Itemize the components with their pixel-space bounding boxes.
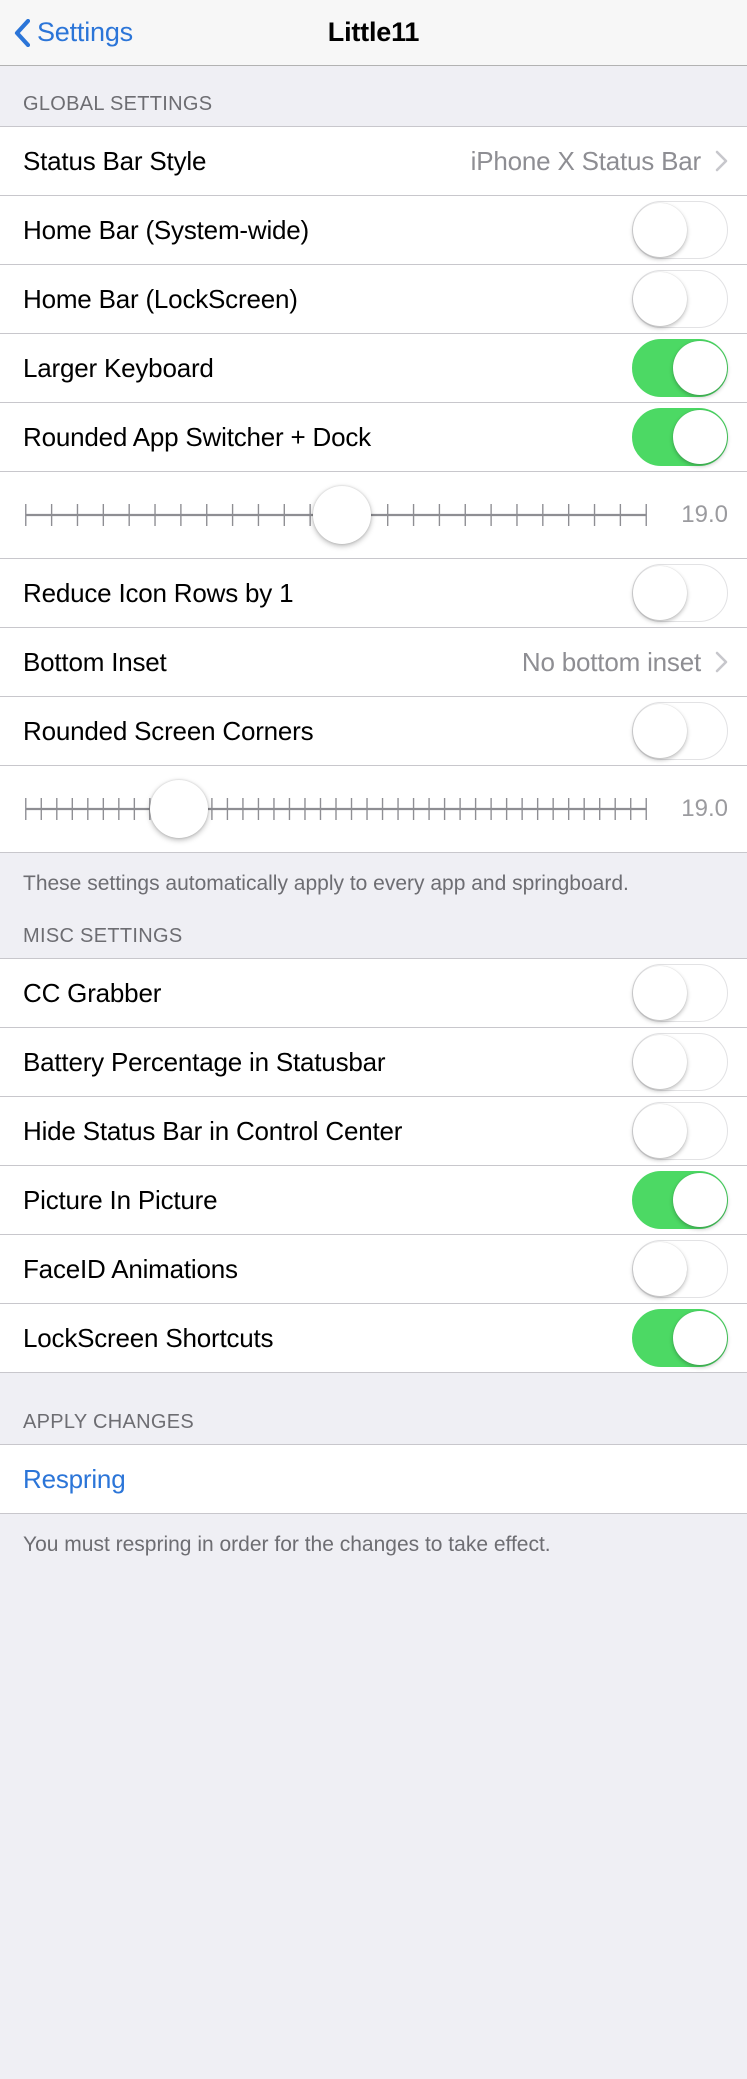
section-header-global-settings: GLOBAL SETTINGS xyxy=(0,66,747,126)
settings-sections: GLOBAL SETTINGS Status Bar Style iPhone X … xyxy=(0,66,747,1564)
settings-screen: Settings Little11 GLOBAL SETTINGS Status … xyxy=(0,0,747,2079)
switch-larger-keyboard[interactable] xyxy=(632,339,728,397)
switch-cc-grabber[interactable] xyxy=(632,964,728,1022)
page-title: Little11 xyxy=(327,17,420,47)
navigation-bar: Settings Little11 xyxy=(0,0,747,66)
switch-knob xyxy=(633,566,687,620)
row-respring[interactable]: Respring xyxy=(0,1445,747,1513)
row-label: Battery Percentage in Statusbar xyxy=(23,1046,386,1077)
row-rounded-app-switcher-dock: Rounded App Switcher + Dock xyxy=(0,403,747,471)
slider-thumb[interactable] xyxy=(150,780,208,838)
row-home-bar-system-wide: Home Bar (System-wide) xyxy=(0,196,747,264)
section-table-apply-changes: Respring xyxy=(0,1444,747,1514)
row-label: Status Bar Style xyxy=(23,145,207,176)
row-label: Larger Keyboard xyxy=(23,352,214,383)
slider-value-label: 19.0 xyxy=(681,501,728,528)
row-label: Rounded Screen Corners xyxy=(23,715,314,746)
slider-thumb[interactable] xyxy=(313,486,372,544)
slider-row[interactable]: 19.0 xyxy=(0,472,747,558)
section-spacer xyxy=(0,1373,747,1389)
switch-knob xyxy=(633,272,687,326)
switch-knob xyxy=(673,341,727,395)
row-label: Home Bar (System-wide) xyxy=(23,214,309,245)
switch-rounded-app-switcher-dock[interactable] xyxy=(632,408,728,466)
row-reduce-icon-rows-by-1: Reduce Icon Rows by 1 xyxy=(0,559,747,627)
switch-reduce-icon-rows-by-1[interactable] xyxy=(632,564,728,622)
switch-knob xyxy=(633,1035,687,1089)
row-larger-keyboard: Larger Keyboard xyxy=(0,334,747,402)
row-label: FaceID Animations xyxy=(23,1253,238,1284)
row-label: LockScreen Shortcuts xyxy=(23,1322,274,1353)
switch-home-bar-system-wide[interactable] xyxy=(632,201,728,259)
row-battery-percentage-in-statusbar: Battery Percentage in Statusbar xyxy=(0,1028,747,1096)
row-lockscreen-shortcuts: LockScreen Shortcuts xyxy=(0,1304,747,1372)
section-table-misc-settings: CC Grabber Battery Percentage in Statusba… xyxy=(0,958,747,1373)
switch-lockscreen-shortcuts[interactable] xyxy=(632,1309,728,1367)
row-label: Hide Status Bar in Control Center xyxy=(23,1115,403,1146)
switch-knob xyxy=(673,1173,727,1227)
row-label: Home Bar (LockScreen) xyxy=(23,283,298,314)
row-label: Bottom Inset xyxy=(23,646,167,677)
row-status-bar-style[interactable]: Status Bar Style iPhone X Status Bar xyxy=(0,127,747,195)
row-label: CC Grabber xyxy=(23,977,162,1008)
row-cc-grabber: CC Grabber xyxy=(0,959,747,1027)
row-value: No bottom inset xyxy=(521,646,701,677)
row-home-bar-lockscreen: Home Bar (LockScreen) xyxy=(0,265,747,333)
switch-knob xyxy=(673,410,727,464)
switch-knob xyxy=(633,1104,687,1158)
row-hide-status-bar-in-control-center: Hide Status Bar in Control Center xyxy=(0,1097,747,1165)
switch-knob xyxy=(633,966,687,1020)
section-table-global-settings: Status Bar Style iPhone X Status Bar Home … xyxy=(0,126,747,853)
row-label: Picture In Picture xyxy=(23,1184,218,1215)
row-bottom-inset[interactable]: Bottom Inset No bottom inset xyxy=(0,628,747,696)
slider-value-label: 19.0 xyxy=(681,795,728,822)
switch-rounded-screen-corners[interactable] xyxy=(632,702,728,760)
row-picture-in-picture: Picture In Picture xyxy=(0,1166,747,1234)
switch-knob xyxy=(633,1242,687,1296)
section-header-apply-changes: APPLY CHANGES xyxy=(0,1389,747,1444)
row-faceid-animations: FaceID Animations xyxy=(0,1235,747,1303)
section-footer-global-settings: These settings automatically apply to ev… xyxy=(0,853,747,903)
slider-control[interactable] xyxy=(22,766,650,852)
switch-knob xyxy=(633,203,687,257)
switch-picture-in-picture[interactable] xyxy=(632,1171,728,1229)
row-value: iPhone X Status Bar xyxy=(470,145,702,176)
slider-row[interactable]: 19.0 xyxy=(0,766,747,852)
row-label: Rounded App Switcher + Dock xyxy=(23,421,371,452)
row-rounded-screen-corners: Rounded Screen Corners xyxy=(0,697,747,765)
respring-button-label: Respring xyxy=(23,1463,126,1494)
switch-faceid-animations[interactable] xyxy=(632,1240,728,1298)
switch-knob xyxy=(673,1311,727,1365)
switch-hide-status-bar-in-control-center[interactable] xyxy=(632,1102,728,1160)
switch-knob xyxy=(633,704,687,758)
section-header-misc-settings: MISC SETTINGS xyxy=(0,903,747,958)
chevron-right-icon xyxy=(715,150,728,172)
slider-track[interactable] xyxy=(22,766,650,852)
switch-battery-percentage-in-statusbar[interactable] xyxy=(632,1033,728,1091)
section-footer-apply-changes: You must respring in order for the chang… xyxy=(0,1514,747,1564)
slider-control[interactable] xyxy=(22,472,650,558)
switch-home-bar-lockscreen[interactable] xyxy=(632,270,728,328)
row-label: Reduce Icon Rows by 1 xyxy=(23,577,294,608)
chevron-right-icon xyxy=(715,651,728,673)
